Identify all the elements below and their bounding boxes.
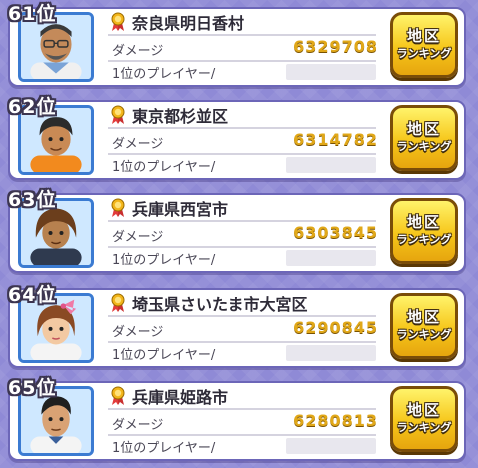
- region-name: 埼玉県さいたま市大宮区: [132, 295, 308, 314]
- damage-label: ダメージ: [112, 137, 164, 152]
- damage-label: ダメージ: [112, 44, 164, 59]
- medal-ribbon-icon: [110, 386, 126, 406]
- button-label-line2: ランキング: [396, 233, 452, 246]
- rank-number: 63位: [8, 189, 57, 211]
- top-player-name-blurred: [286, 157, 376, 173]
- divider: [108, 127, 376, 129]
- rank-number: 64位: [8, 284, 57, 306]
- divider: [108, 60, 376, 62]
- ranking-row: 奈良県明日香村 ダメージ 6329708 1位のプレイヤー/ 地区 ランキング …: [0, 0, 478, 90]
- region-name: 兵庫県西宮市: [132, 200, 229, 219]
- region-ranking-button[interactable]: 地区 ランキング: [390, 12, 458, 78]
- damage-value: 6280813: [293, 411, 378, 430]
- button-label-line1: 地区: [406, 120, 441, 138]
- medal-ribbon-icon: [110, 198, 126, 218]
- divider: [108, 408, 376, 410]
- divider: [108, 315, 376, 317]
- button-label-line2: ランキング: [396, 421, 452, 434]
- damage-label: ダメージ: [112, 325, 164, 340]
- button-label-line1: 地区: [406, 213, 441, 231]
- divider: [108, 220, 376, 222]
- divider: [108, 341, 376, 343]
- damage-value: 6303845: [293, 223, 378, 242]
- ranking-row: 東京都杉並区 ダメージ 6314782 1位のプレイヤー/ 地区 ランキング 6…: [0, 93, 478, 183]
- medal-ribbon-icon: [110, 12, 126, 32]
- divider: [108, 34, 376, 36]
- button-label-line2: ランキング: [396, 140, 452, 153]
- damage-value: 6290845: [293, 318, 378, 337]
- region-name: 東京都杉並区: [132, 107, 229, 126]
- region-name: 兵庫県姫路市: [132, 388, 229, 407]
- ranking-row: 兵庫県西宮市 ダメージ 6303845 1位のプレイヤー/ 地区 ランキング 6…: [0, 186, 478, 276]
- button-label-line1: 地区: [406, 401, 441, 419]
- top-player-label: 1位のプレイヤー/: [112, 441, 216, 456]
- region-ranking-button[interactable]: 地区 ランキング: [390, 105, 458, 171]
- top-player-label: 1位のプレイヤー/: [112, 160, 216, 175]
- medal-ribbon-icon: [110, 105, 126, 125]
- top-player-label: 1位のプレイヤー/: [112, 67, 216, 82]
- top-player-label: 1位のプレイヤー/: [112, 348, 216, 363]
- button-label-line2: ランキング: [396, 328, 452, 341]
- top-player-name-blurred: [286, 64, 376, 80]
- damage-label: ダメージ: [112, 230, 164, 245]
- medal-ribbon-icon: [110, 293, 126, 313]
- ranking-row: 兵庫県姫路市 ダメージ 6280813 1位のプレイヤー/ 地区 ランキング 6…: [0, 374, 478, 464]
- rank-number: 65位: [8, 377, 57, 399]
- region-ranking-button[interactable]: 地区 ランキング: [390, 198, 458, 264]
- damage-value: 6329708: [293, 37, 378, 56]
- rank-number: 61位: [8, 3, 57, 25]
- region-ranking-button[interactable]: 地区 ランキング: [390, 386, 458, 452]
- region-name: 奈良県明日香村: [132, 14, 245, 33]
- ranking-row: 埼玉県さいたま市大宮区 ダメージ 6290845 1位のプレイヤー/ 地区 ラン…: [0, 281, 478, 371]
- damage-value: 6314782: [293, 130, 378, 149]
- divider: [108, 246, 376, 248]
- top-player-name-blurred: [286, 345, 376, 361]
- divider: [108, 153, 376, 155]
- top-player-name-blurred: [286, 438, 376, 454]
- damage-label: ダメージ: [112, 418, 164, 433]
- button-label-line1: 地区: [406, 308, 441, 326]
- top-player-label: 1位のプレイヤー/: [112, 253, 216, 268]
- button-label-line2: ランキング: [396, 47, 452, 60]
- rank-number: 62位: [8, 96, 57, 118]
- top-player-name-blurred: [286, 250, 376, 266]
- divider: [108, 434, 376, 436]
- region-ranking-button[interactable]: 地区 ランキング: [390, 293, 458, 359]
- button-label-line1: 地区: [406, 27, 441, 45]
